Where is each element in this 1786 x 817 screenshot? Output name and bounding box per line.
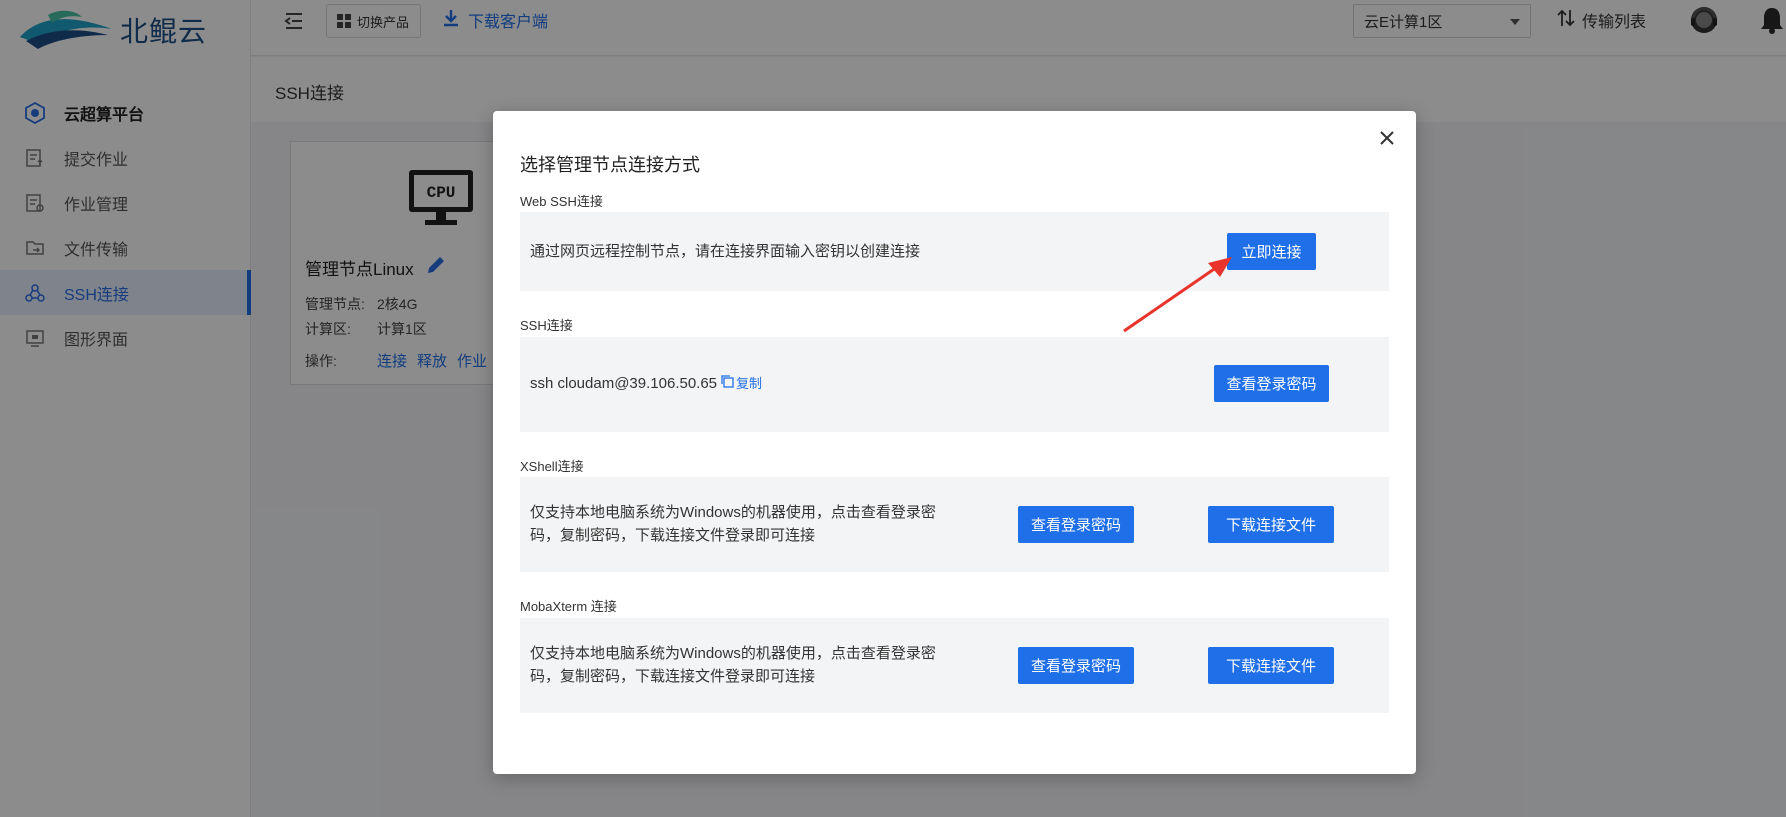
copy-link[interactable]: 复制 [721, 372, 762, 395]
web-ssh-description: 通过网页远程控制节点，请在连接界面输入密钥以创建连接 [530, 243, 921, 260]
mobaxterm-description: 仅支持本地电脑系统为Windows的机器使用，点击查看登录密 码，复制密码，下载… [530, 642, 936, 688]
ssh-command-row: ssh cloudam@39.106.50.65 复制 [530, 372, 762, 395]
mobaxterm-view-password-button[interactable]: 查看登录密码 [1018, 647, 1134, 684]
xshell-description: 仅支持本地电脑系统为Windows的机器使用，点击查看登录密 码，复制密码，下载… [530, 501, 936, 547]
ssh-section-label: SSH连接 [520, 318, 573, 333]
xshell-section-label: XShell连接 [520, 459, 584, 474]
mobaxterm-section: 仅支持本地电脑系统为Windows的机器使用，点击查看登录密 码，复制密码，下载… [520, 618, 1389, 713]
web-ssh-section: 通过网页远程控制节点，请在连接界面输入密钥以创建连接 立即连接 [520, 212, 1389, 291]
xshell-section: 仅支持本地电脑系统为Windows的机器使用，点击查看登录密 码，复制密码，下载… [520, 477, 1389, 572]
ssh-command: ssh cloudam@39.106.50.65 [530, 375, 718, 392]
mobaxterm-description-line2: 码，复制密码，下载连接文件登录即可连接 [530, 668, 816, 685]
xshell-view-password-button[interactable]: 查看登录密码 [1018, 506, 1134, 543]
dialog-title: 选择管理节点连接方式 [520, 155, 700, 175]
ssh-view-password-button[interactable]: 查看登录密码 [1214, 365, 1329, 402]
connection-method-dialog: 选择管理节点连接方式 Web SSH连接 通过网页远程控制节点，请在连接界面输入… [493, 111, 1416, 774]
xshell-description-line2: 码，复制密码，下载连接文件登录即可连接 [530, 527, 816, 544]
web-ssh-section-label: Web SSH连接 [520, 194, 603, 209]
xshell-download-file-button[interactable]: 下载连接文件 [1208, 506, 1334, 543]
copy-label: 复制 [736, 376, 763, 391]
ssh-section: ssh cloudam@39.106.50.65 复制 查看登录密码 [520, 337, 1389, 432]
connect-now-button[interactable]: 立即连接 [1227, 233, 1316, 270]
mobaxterm-section-label: MobaXterm 连接 [520, 599, 617, 614]
mobaxterm-description-line1: 仅支持本地电脑系统为Windows的机器使用，点击查看登录密 [530, 645, 936, 662]
xshell-description-line1: 仅支持本地电脑系统为Windows的机器使用，点击查看登录密 [530, 504, 936, 521]
copy-icon [721, 372, 734, 395]
mobaxterm-download-file-button[interactable]: 下载连接文件 [1208, 647, 1334, 684]
close-icon[interactable] [1376, 127, 1398, 149]
